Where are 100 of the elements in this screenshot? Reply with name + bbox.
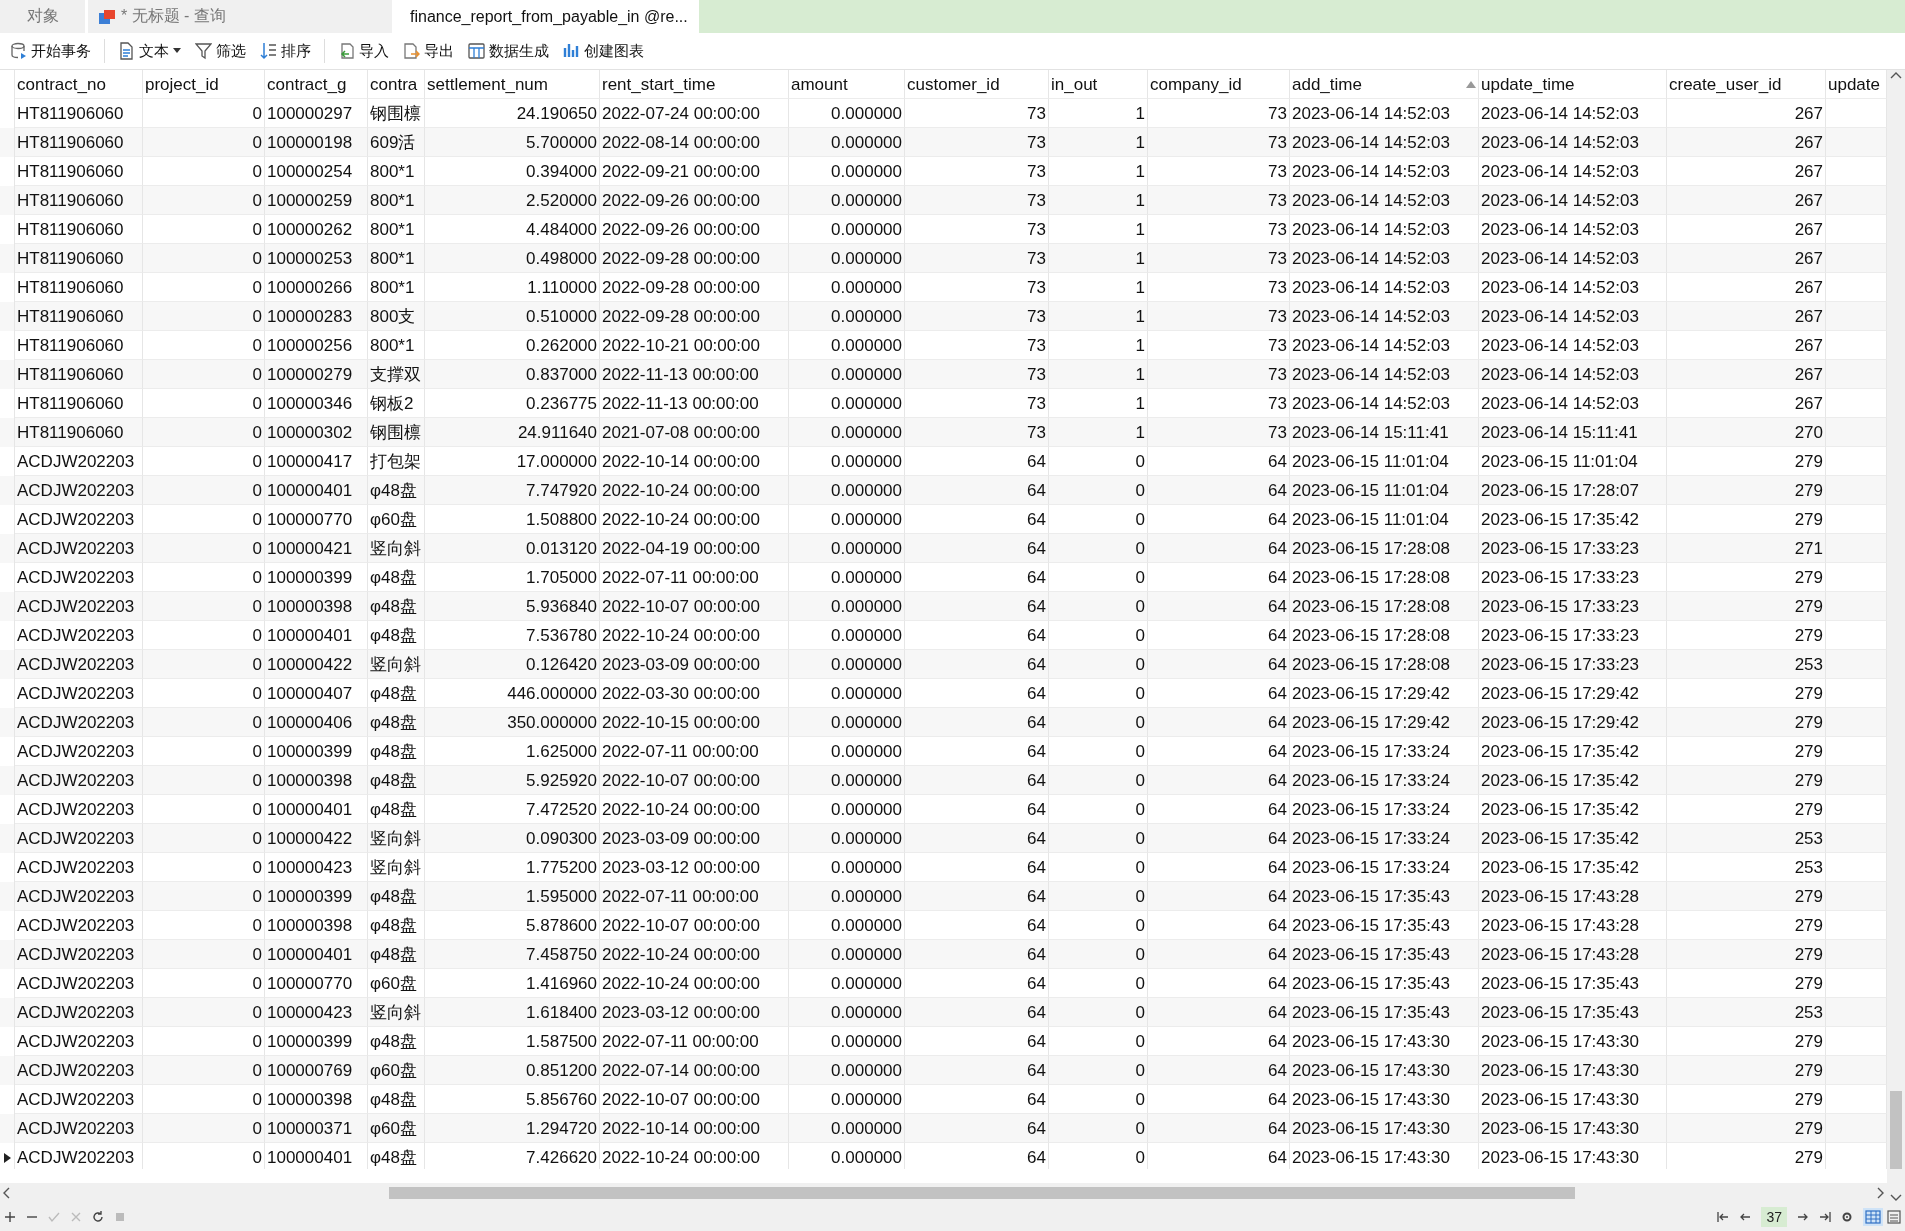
grid-view-icon[interactable] bbox=[1863, 1208, 1883, 1226]
tab[interactable]: 对象 bbox=[0, 0, 88, 33]
column-header[interactable]: contract_g bbox=[265, 70, 368, 99]
column-header[interactable]: settlement_num bbox=[425, 70, 600, 99]
table-cell: 100000398 bbox=[265, 592, 368, 621]
add-icon[interactable] bbox=[4, 1211, 16, 1223]
table-cell: 253 bbox=[1667, 650, 1826, 679]
table-cell: 100000422 bbox=[265, 824, 368, 853]
settings-icon[interactable] bbox=[1841, 1211, 1853, 1223]
table-cell: 2022-09-28 00:00:00 bbox=[600, 244, 789, 273]
table-cell: ACDJW202203 bbox=[15, 940, 143, 969]
table-cell: 279 bbox=[1667, 708, 1826, 737]
first-page-icon[interactable] bbox=[1717, 1211, 1730, 1223]
table-cell: φ48盘 bbox=[368, 882, 425, 911]
table-cell: 2022-10-24 00:00:00 bbox=[600, 1143, 789, 1169]
table-cell: ACDJW202203 bbox=[15, 1056, 143, 1085]
record-counter: 37 bbox=[1761, 1207, 1787, 1227]
table-cell: 73 bbox=[905, 128, 1049, 157]
table-cell: 64 bbox=[1148, 1114, 1290, 1143]
scrollbar-thumb[interactable] bbox=[389, 1187, 1575, 1199]
column-header[interactable]: company_id bbox=[1148, 70, 1290, 99]
table-cell: 0.090300 bbox=[425, 824, 600, 853]
toolbar-button[interactable]: 筛选 bbox=[189, 38, 252, 64]
sort-icon bbox=[260, 42, 277, 60]
table-cell: 2023-06-15 17:43:30 bbox=[1479, 1114, 1667, 1143]
table-cell: 7.426620 bbox=[425, 1143, 600, 1169]
table-cell: 0 bbox=[143, 476, 265, 505]
check-icon[interactable] bbox=[48, 1211, 60, 1223]
table-cell: 2023-06-14 14:52:03 bbox=[1290, 302, 1479, 331]
tab[interactable]: finance_report_from_payable_in @re... bbox=[395, 0, 699, 33]
current-row-icon bbox=[3, 1152, 11, 1163]
toolbar-button[interactable]: 导入 bbox=[332, 38, 395, 64]
column-header[interactable]: project_id bbox=[143, 70, 265, 99]
table-cell: 2022-09-28 00:00:00 bbox=[600, 302, 789, 331]
column-header[interactable]: contra bbox=[368, 70, 425, 99]
tab[interactable]: * 无标题 - 查询 bbox=[88, 0, 395, 33]
toolbar-button[interactable]: 开始事务 bbox=[4, 38, 97, 64]
table-cell: 0 bbox=[143, 824, 265, 853]
table-cell: 2023-06-14 14:52:03 bbox=[1479, 244, 1667, 273]
column-header[interactable]: contract_no bbox=[15, 70, 143, 99]
table-cell: 钢围檩 bbox=[368, 418, 425, 447]
table-cell: 0 bbox=[143, 534, 265, 563]
table-cell: ACDJW202203 bbox=[15, 998, 143, 1027]
table-cell: 73 bbox=[905, 418, 1049, 447]
scrollbar-thumb[interactable] bbox=[1890, 1091, 1902, 1169]
table-cell: 竖向斜 bbox=[368, 534, 425, 563]
table-cell: φ60盘 bbox=[368, 1114, 425, 1143]
stop-icon[interactable] bbox=[114, 1211, 126, 1223]
next-icon[interactable] bbox=[1797, 1211, 1809, 1223]
table-cell: 0.000000 bbox=[789, 244, 905, 273]
table-cell: 350.000000 bbox=[425, 708, 600, 737]
table-cell: 64 bbox=[1148, 592, 1290, 621]
table-cell: 24.911640 bbox=[425, 418, 600, 447]
table-cell: 253 bbox=[1667, 824, 1826, 853]
table-cell: 2022-10-15 00:00:00 bbox=[600, 708, 789, 737]
table-cell: 73 bbox=[905, 302, 1049, 331]
toolbar-button[interactable]: 创建图表 bbox=[557, 38, 650, 64]
table-cell: 0 bbox=[1049, 708, 1148, 737]
table-cell: 0.000000 bbox=[789, 708, 905, 737]
toolbar-button[interactable]: 排序 bbox=[254, 38, 317, 64]
table-cell: 0 bbox=[1049, 882, 1148, 911]
table-cell: ACDJW202203 bbox=[15, 1114, 143, 1143]
form-view-icon[interactable] bbox=[1887, 1210, 1901, 1224]
toolbar-button[interactable]: 导出 bbox=[397, 38, 460, 64]
table-cell: 0.000000 bbox=[789, 360, 905, 389]
close-icon[interactable] bbox=[70, 1211, 82, 1223]
column-header[interactable]: add_time bbox=[1290, 70, 1479, 99]
previous-icon[interactable] bbox=[1739, 1211, 1752, 1223]
table-cell: 800*1 bbox=[368, 186, 425, 215]
table-cell: 2023-06-15 17:28:08 bbox=[1290, 592, 1479, 621]
column-header[interactable]: update_time bbox=[1479, 70, 1667, 99]
toolbar-button[interactable]: 数据生成 bbox=[462, 38, 555, 64]
table-cell: 2023-06-15 17:28:07 bbox=[1479, 476, 1667, 505]
query-icon bbox=[98, 8, 116, 25]
table-cell: 0 bbox=[1049, 998, 1148, 1027]
table-cell: 64 bbox=[905, 998, 1049, 1027]
table-cell: 0 bbox=[1049, 824, 1148, 853]
toolbar-button[interactable]: 文本 bbox=[112, 38, 187, 64]
column-header[interactable]: customer_id bbox=[905, 70, 1049, 99]
table-cell: 2023-06-15 17:43:30 bbox=[1479, 1056, 1667, 1085]
column-header[interactable]: create_user_id bbox=[1667, 70, 1826, 99]
table-cell: 2022-07-11 00:00:00 bbox=[600, 882, 789, 911]
table-cell: 1.294720 bbox=[425, 1114, 600, 1143]
column-header[interactable]: amount bbox=[789, 70, 905, 99]
refresh-icon[interactable] bbox=[92, 1211, 104, 1223]
table-cell: 2022-10-24 00:00:00 bbox=[600, 940, 789, 969]
table-cell: 0 bbox=[1049, 534, 1148, 563]
table-cell: 2022-10-14 00:00:00 bbox=[600, 1114, 789, 1143]
table-cell: 100000283 bbox=[265, 302, 368, 331]
last-page-icon[interactable] bbox=[1819, 1211, 1831, 1223]
column-header[interactable]: rent_start_time bbox=[600, 70, 789, 99]
table-cell: 64 bbox=[905, 534, 1049, 563]
table-cell: 0 bbox=[1049, 1056, 1148, 1085]
table-cell: 100000406 bbox=[265, 708, 368, 737]
table-cell: 271 bbox=[1667, 534, 1826, 563]
table-cell: 0.000000 bbox=[789, 418, 905, 447]
table-cell: φ48盘 bbox=[368, 766, 425, 795]
column-header[interactable]: in_out bbox=[1049, 70, 1148, 99]
table-cell: 2023-06-15 17:43:30 bbox=[1479, 1143, 1667, 1169]
table-cell: 64 bbox=[905, 766, 1049, 795]
